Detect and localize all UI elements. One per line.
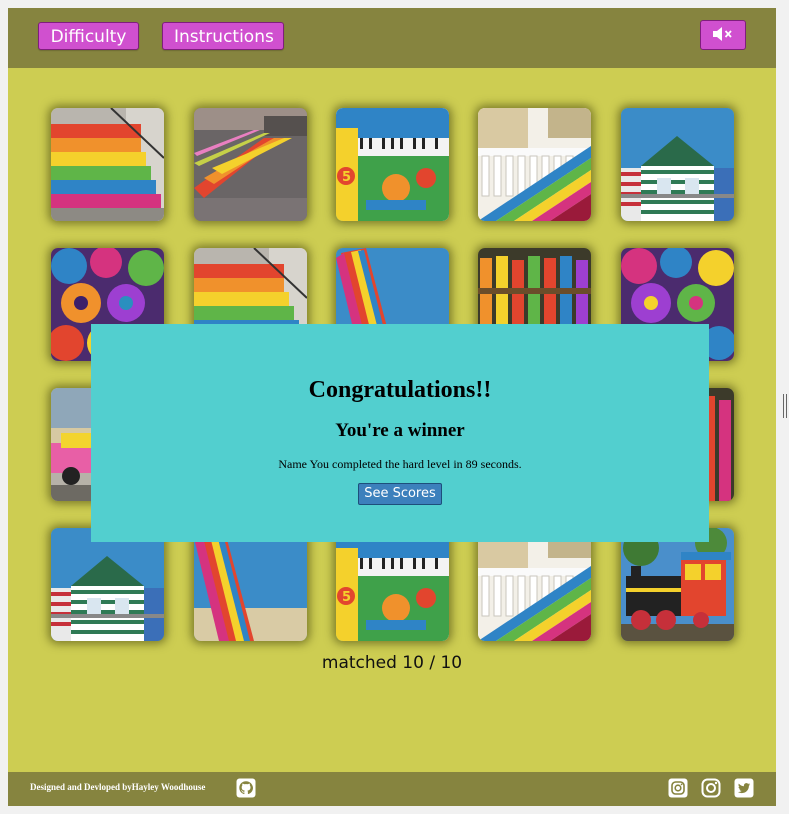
rainbow-stairs-image — [51, 108, 164, 221]
memory-card-painted-piano[interactable]: 5 — [336, 528, 449, 641]
memory-card-rainbow-crosswalk[interactable] — [194, 108, 307, 221]
memory-card-rainbow-stair-railing[interactable] — [478, 528, 591, 641]
colorful-steam-train-image — [621, 528, 734, 641]
rainbow-stair-railing-image — [478, 528, 591, 641]
footer-bar: Designed and Devloped byHayley Woodhouse — [8, 772, 776, 806]
memory-card-striped-beach-house[interactable] — [51, 528, 164, 641]
twitter-icon[interactable] — [734, 778, 754, 798]
app-frame: Difficulty Instructions 5 5 matched 10 /… — [8, 8, 776, 806]
mute-button[interactable] — [700, 20, 746, 50]
difficulty-button[interactable]: Difficulty — [38, 22, 139, 50]
memory-card-striped-deck-chair[interactable] — [194, 528, 307, 641]
modal-message: Name You completed the hard level in 89 … — [278, 457, 522, 471]
painted-piano-image: 5 — [336, 108, 449, 221]
painted-piano-image: 5 — [336, 528, 449, 641]
github-icon[interactable] — [236, 778, 256, 798]
instagram-icon[interactable] — [701, 778, 721, 798]
rainbow-crosswalk-image — [194, 108, 307, 221]
speaker-muted-icon — [712, 26, 734, 45]
top-nav-bar: Difficulty Instructions — [8, 8, 776, 68]
instructions-button[interactable]: Instructions — [162, 22, 284, 50]
memory-card-colorful-steam-train[interactable] — [621, 528, 734, 641]
footer-credit: Designed and Devloped byHayley Woodhouse — [30, 782, 206, 792]
svg-text:5: 5 — [342, 590, 351, 605]
modal-title: Congratulations!! — [308, 377, 492, 403]
striped-beach-house-image — [621, 108, 734, 221]
memory-card-painted-piano[interactable]: 5 — [336, 108, 449, 221]
memory-card-striped-beach-house[interactable] — [621, 108, 734, 221]
svg-text:5: 5 — [342, 170, 351, 185]
modal-subtitle: You're a winner — [335, 420, 465, 441]
winner-modal: Congratulations!! You're a winner Name Y… — [91, 324, 709, 542]
striped-deck-chair-image — [194, 528, 307, 641]
resize-handle[interactable] — [783, 394, 787, 418]
memory-card-rainbow-stair-railing[interactable] — [478, 108, 591, 221]
matched-counter: matched 10 / 10 — [321, 653, 463, 673]
instagram-icon[interactable] — [668, 778, 688, 798]
striped-beach-house-image — [51, 528, 164, 641]
memory-card-rainbow-stairs[interactable] — [51, 108, 164, 221]
see-scores-button[interactable]: See Scores — [358, 483, 442, 505]
rainbow-stair-railing-image — [478, 108, 591, 221]
